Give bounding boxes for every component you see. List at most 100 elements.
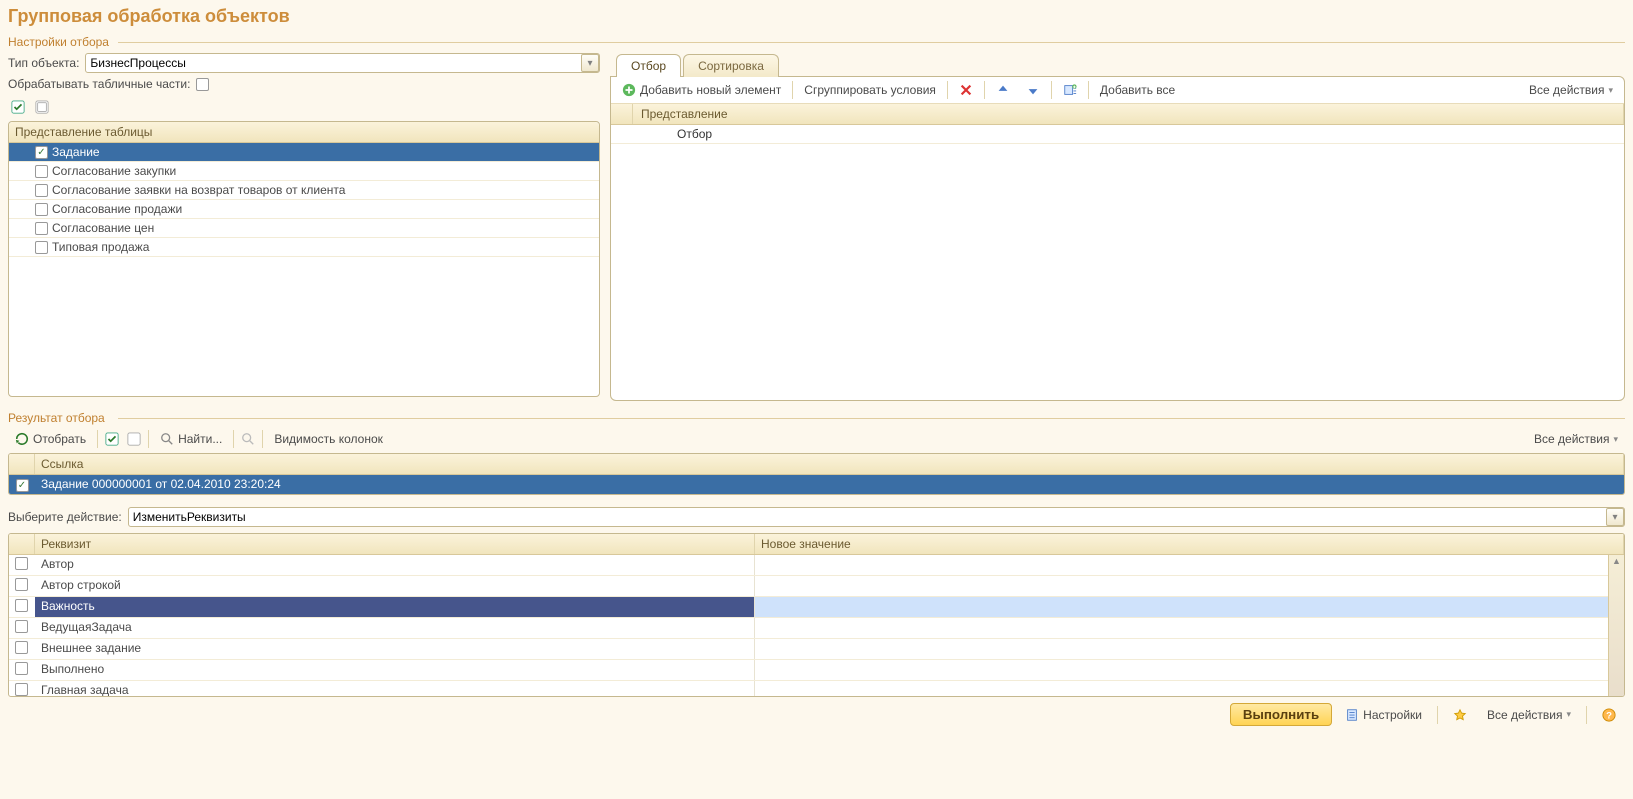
requisite-checkbox[interactable] — [15, 641, 28, 654]
table-item-checkbox[interactable] — [35, 222, 48, 235]
table-item-checkbox[interactable] — [35, 241, 48, 254]
execute-button[interactable]: Выполнить — [1230, 703, 1332, 726]
requisite-checkbox[interactable] — [15, 599, 28, 612]
requisite-checkbox[interactable] — [15, 683, 28, 696]
process-tabular-label: Обрабатывать табличные части: — [8, 77, 190, 91]
table-view-header: Представление таблицы — [9, 122, 599, 143]
chevron-down-icon: ▾ — [1566, 709, 1571, 720]
table-item-checkbox[interactable] — [35, 165, 48, 178]
page-title: Групповая обработка объектов — [8, 6, 1625, 27]
chevron-down-icon: ▾ — [1613, 434, 1618, 445]
table-item[interactable]: ✓Задание — [9, 143, 599, 162]
results-all-actions-label: Все действия — [1534, 432, 1609, 446]
requisite-value[interactable] — [755, 576, 1624, 596]
action-dropdown-button[interactable] — [1606, 508, 1624, 526]
requisite-row[interactable]: Автор — [9, 555, 1624, 576]
add-all-button[interactable]: Добавить все — [1093, 80, 1182, 100]
separator — [233, 430, 234, 448]
requisite-name: Внешнее задание — [35, 639, 755, 659]
group-conditions-button[interactable]: Сгруппировать условия — [797, 80, 943, 100]
table-item-checkbox[interactable] — [35, 203, 48, 216]
select-button[interactable]: Отобрать — [8, 429, 93, 449]
table-item-label: Согласование продажи — [52, 202, 182, 216]
table-item-checkbox[interactable]: ✓ — [35, 146, 48, 159]
table-item[interactable]: Согласование цен — [9, 219, 599, 238]
separator — [1586, 706, 1587, 724]
settings-label: Настройки — [1363, 708, 1422, 722]
all-actions-button[interactable]: Все действия ▾ — [1522, 80, 1620, 100]
table-item[interactable]: Согласование закупки — [9, 162, 599, 181]
footer-all-actions-button[interactable]: Все действия ▾ — [1480, 705, 1578, 725]
results-legend: Результат отбора — [8, 411, 1625, 425]
object-type-select[interactable] — [85, 53, 600, 73]
chevron-down-icon: ▾ — [1608, 85, 1613, 96]
result-row[interactable]: ✓Задание 000000001 от 02.04.2010 23:20:2… — [9, 475, 1624, 494]
move-down-button[interactable] — [1019, 80, 1047, 100]
requisite-name: Выполнено — [35, 660, 755, 680]
settings-button[interactable]: Настройки — [1338, 705, 1429, 725]
filter-grid-header: Представление — [633, 104, 1624, 124]
filter-settings-legend: Настройки отбора — [8, 35, 1625, 49]
requisite-value[interactable] — [755, 555, 1624, 575]
requisite-checkbox[interactable] — [15, 662, 28, 675]
table-item-checkbox[interactable] — [35, 184, 48, 197]
separator — [792, 81, 793, 99]
table-item-label: Типовая продажа — [52, 240, 149, 254]
add-element-label: Добавить новый элемент — [640, 83, 781, 97]
requisite-value[interactable] — [755, 618, 1624, 638]
requisite-value[interactable] — [755, 660, 1624, 680]
check-all-button[interactable] — [8, 97, 28, 117]
requisite-name: Главная задача — [35, 681, 755, 696]
object-type-label: Тип объекта: — [8, 56, 79, 70]
requisite-row[interactable]: Главная задача — [9, 681, 1624, 696]
requisite-row[interactable]: Автор строкой — [9, 576, 1624, 597]
separator — [262, 430, 263, 448]
requisite-value[interactable] — [755, 597, 1624, 617]
results-all-actions-button[interactable]: Все действия ▾ — [1527, 429, 1625, 449]
requisite-checkbox[interactable] — [15, 578, 28, 591]
add-all-label: Добавить все — [1100, 83, 1175, 97]
requisite-row[interactable]: Внешнее задание — [9, 639, 1624, 660]
help-button[interactable]: ? — [1595, 705, 1623, 725]
clear-find-button[interactable] — [238, 429, 258, 449]
all-actions-label: Все действия — [1529, 83, 1604, 97]
uncheck-all-button[interactable] — [32, 97, 52, 117]
uncheck-all-results-button[interactable] — [124, 429, 144, 449]
separator — [1437, 706, 1438, 724]
requisite-row[interactable]: Важность — [9, 597, 1624, 618]
req-value-header: Новое значение — [755, 534, 1624, 554]
add-fields-button[interactable] — [1056, 80, 1084, 100]
move-up-button[interactable] — [989, 80, 1017, 100]
object-type-dropdown-button[interactable] — [581, 54, 599, 72]
check-all-results-button[interactable] — [102, 429, 122, 449]
filter-row[interactable]: Отбор — [611, 125, 1624, 144]
find-button[interactable]: Найти... — [153, 429, 229, 449]
requisite-row[interactable]: ВедущаяЗадача — [9, 618, 1624, 639]
requisite-name: Автор — [35, 555, 755, 575]
table-item[interactable]: Типовая продажа — [9, 238, 599, 257]
requisite-value[interactable] — [755, 681, 1624, 696]
result-row-checkbox[interactable]: ✓ — [16, 479, 29, 492]
footer-all-actions-label: Все действия — [1487, 708, 1562, 722]
requisite-checkbox[interactable] — [15, 620, 28, 633]
delete-button[interactable] — [952, 80, 980, 100]
separator — [984, 81, 985, 99]
requisite-checkbox[interactable] — [15, 557, 28, 570]
column-visibility-button[interactable]: Видимость колонок — [267, 429, 390, 449]
add-element-button[interactable]: Добавить новый элемент — [615, 80, 788, 100]
favorite-button[interactable] — [1446, 705, 1474, 725]
group-conditions-label: Сгруппировать условия — [804, 83, 936, 97]
tab[interactable]: Сортировка — [683, 54, 779, 77]
table-item-label: Согласование цен — [52, 221, 154, 235]
process-tabular-checkbox[interactable] — [196, 78, 209, 91]
table-item-label: Согласование заявки на возврат товаров о… — [52, 183, 345, 197]
scrollbar[interactable]: ▲ — [1608, 555, 1624, 696]
requisite-value[interactable] — [755, 639, 1624, 659]
table-item[interactable]: Согласование продажи — [9, 200, 599, 219]
requisite-row[interactable]: Выполнено — [9, 660, 1624, 681]
action-select[interactable] — [128, 507, 1625, 527]
tab[interactable]: Отбор — [616, 54, 681, 77]
separator — [1051, 81, 1052, 99]
table-item[interactable]: Согласование заявки на возврат товаров о… — [9, 181, 599, 200]
action-label: Выберите действие: — [8, 510, 122, 524]
